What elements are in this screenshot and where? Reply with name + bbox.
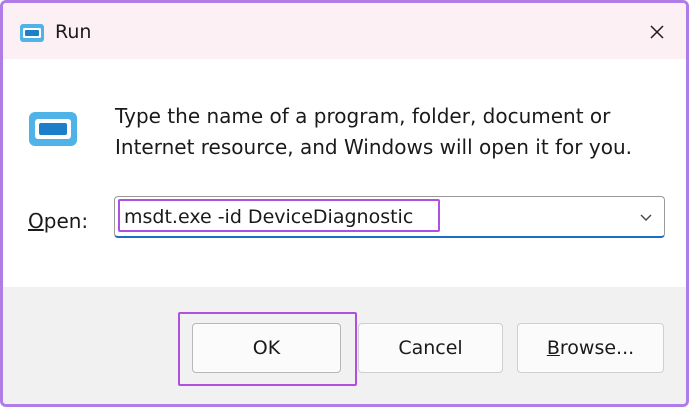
open-label-access-key: O <box>28 209 44 233</box>
run-icon <box>20 24 44 42</box>
run-dialog: Run Type the name of a program, folder, … <box>0 0 689 407</box>
browse-label-text: rowse... <box>559 337 635 359</box>
window-title: Run <box>55 21 92 43</box>
run-icon <box>29 112 77 146</box>
open-input[interactable] <box>124 197 604 237</box>
open-label-text: pen: <box>43 209 89 233</box>
cancel-button[interactable]: Cancel <box>358 323 503 373</box>
close-button[interactable] <box>642 17 672 47</box>
open-label: Open: <box>28 209 88 233</box>
dialog-description: Type the name of a program, folder, docu… <box>115 104 632 159</box>
browse-button[interactable]: Browse... <box>517 323 664 373</box>
dialog-content: Type the name of a program, folder, docu… <box>3 59 686 287</box>
browse-access-key: B <box>546 337 560 359</box>
ok-button[interactable]: OK <box>192 323 341 373</box>
chevron-down-icon[interactable] <box>638 209 654 225</box>
close-icon <box>650 25 664 39</box>
open-combobox[interactable] <box>114 196 665 238</box>
title-bar: Run <box>3 3 686 59</box>
button-bar: OK Cancel Browse... <box>3 287 686 404</box>
